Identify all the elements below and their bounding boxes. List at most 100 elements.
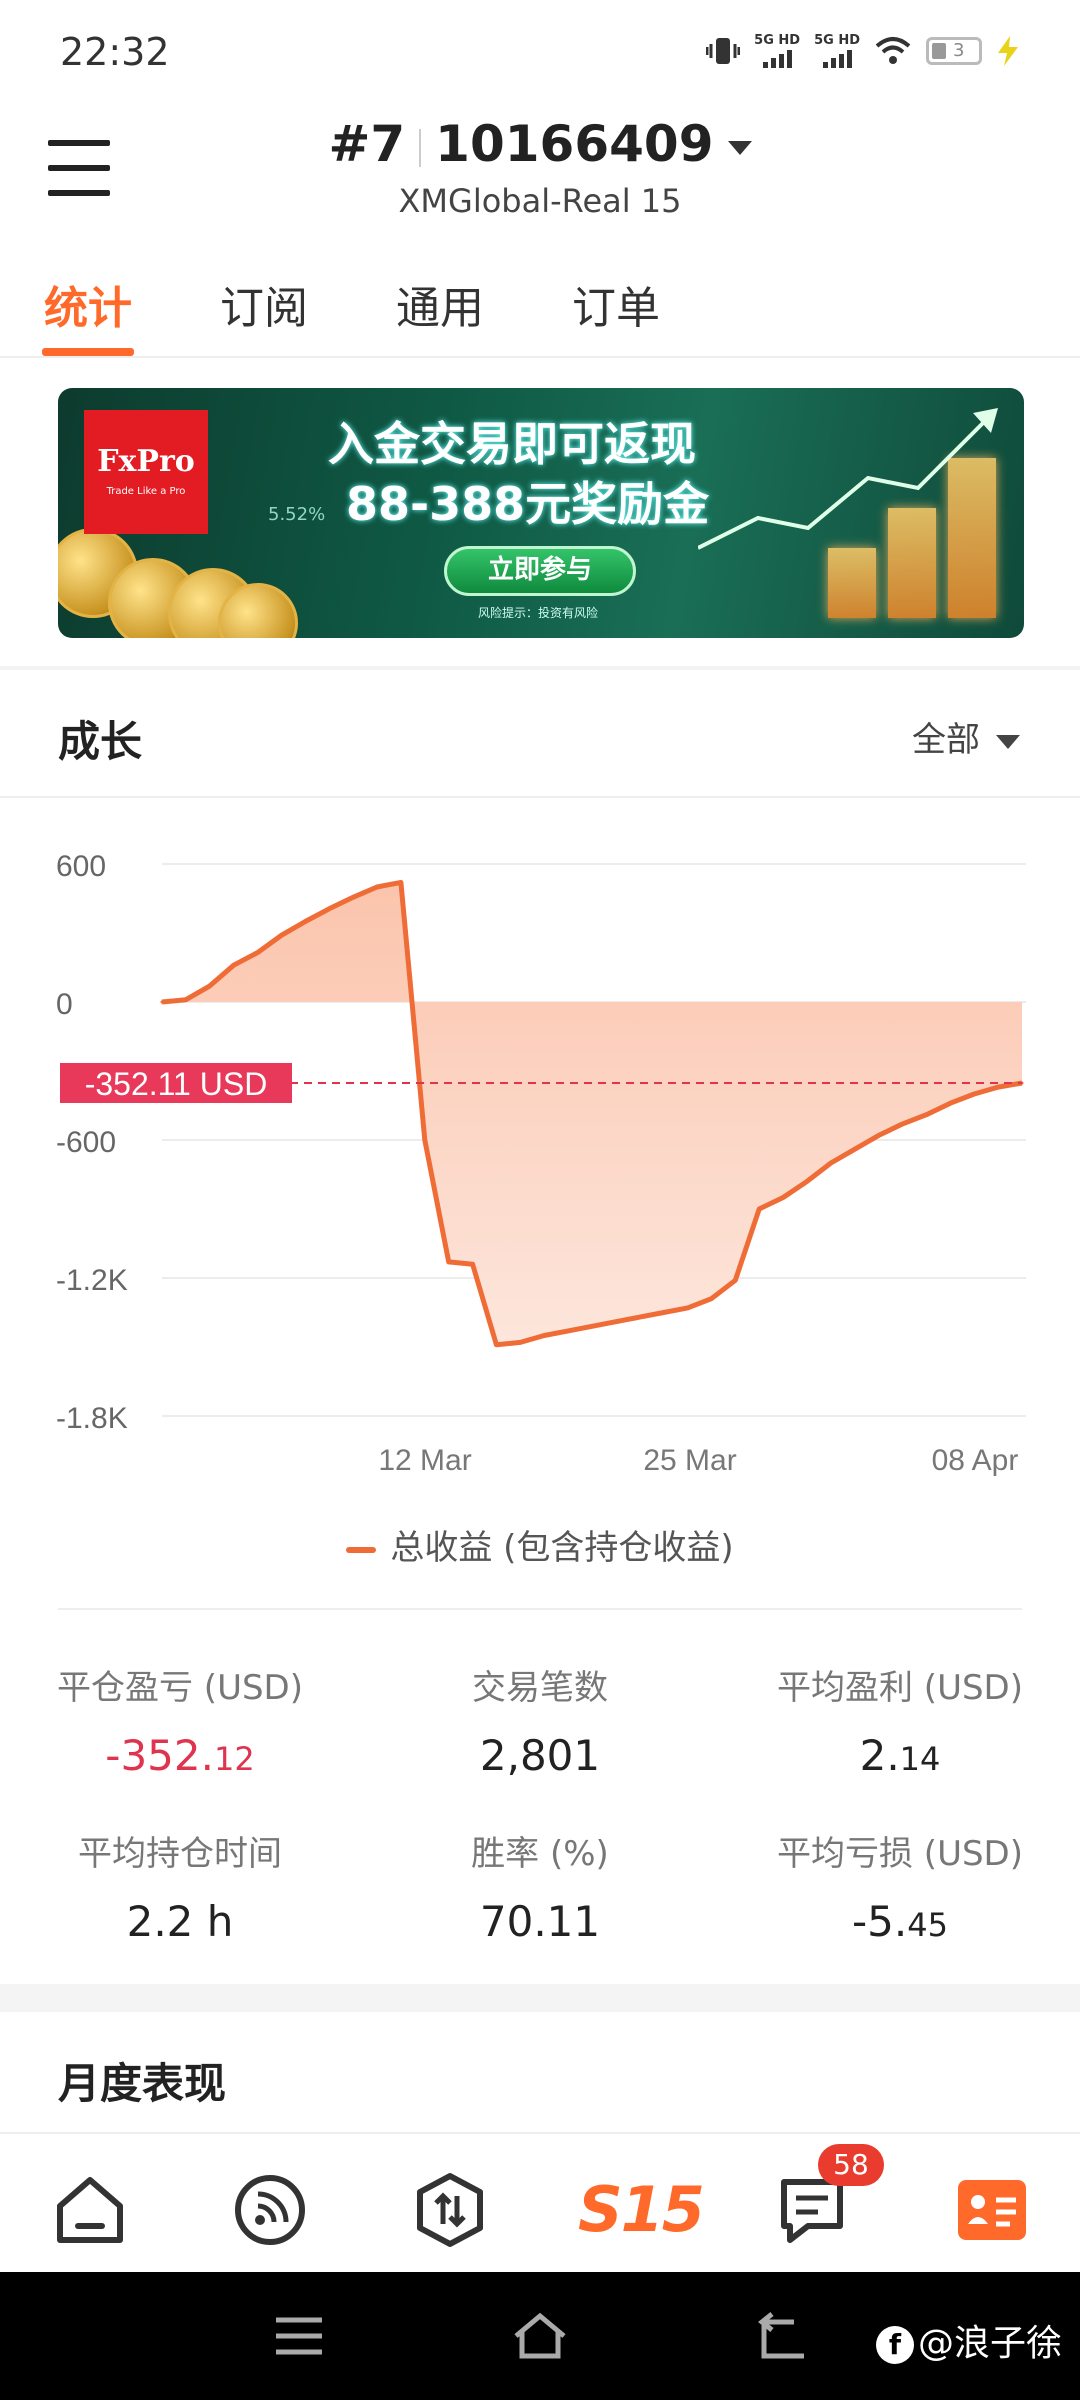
divider: [0, 796, 1080, 798]
stat-value: 70.11: [360, 1897, 720, 1946]
data-point: [924, 1113, 928, 1117]
stat-value: 2,801: [360, 1731, 720, 1780]
data-point: [996, 1085, 1000, 1089]
stat-value: -5.45: [720, 1897, 1080, 1946]
data-point: [948, 1101, 952, 1105]
data-point: [423, 1138, 427, 1142]
data-point: [232, 963, 236, 967]
banner-headline: 入金交易即可返现: [328, 417, 696, 471]
area-fill: [162, 882, 1022, 1345]
data-point: [638, 1315, 642, 1319]
stat-value-fraction: 12: [213, 1740, 255, 1778]
monthly-title: 月度表现: [58, 2059, 227, 2108]
y-tick-label: -1.2K: [56, 1264, 128, 1297]
stat-item: 平均持仓时间 2.2 h: [0, 1826, 360, 1946]
nav-home-icon[interactable]: [50, 2170, 130, 2250]
data-point: [853, 1147, 857, 1151]
back-icon[interactable]: [754, 2312, 810, 2360]
messages-badge: 58: [818, 2144, 884, 2186]
battery-level: 3: [953, 40, 965, 61]
tab-subscribe[interactable]: 订阅: [220, 272, 308, 336]
stat-item: 平均盈利 (USD) 2.14: [720, 1660, 1080, 1780]
tab-orders[interactable]: 订单: [572, 272, 660, 336]
data-point: [471, 1262, 475, 1266]
range-selector[interactable]: 全部: [912, 712, 1020, 761]
data-point: [805, 1179, 809, 1183]
data-point: [757, 1207, 761, 1211]
system-nav-bar: f @浪子徐: [0, 2272, 1080, 2400]
data-point: [447, 1260, 451, 1264]
data-point: [256, 951, 260, 955]
tab-stats[interactable]: 统计: [44, 272, 132, 336]
data-point: [972, 1092, 976, 1096]
tab-bar: 统计 订阅 通用 订单: [0, 262, 1080, 358]
logo-name: FxPro: [97, 444, 195, 479]
stat-value-main: -5.: [852, 1897, 908, 1946]
banner-subheadline: 88-388元奖励金: [346, 477, 710, 531]
home-icon[interactable]: [512, 2312, 568, 2360]
x-tick-label: 12 Mar: [378, 1444, 471, 1477]
data-point: [351, 895, 355, 899]
divider: [58, 1608, 1022, 1610]
server-name: XMGlobal-Real 15: [398, 182, 682, 220]
signal-sim2-icon: 5G HD: [814, 34, 860, 68]
fxpro-logo: FxPro Trade Like a Pro: [84, 410, 208, 534]
sim2-label: 5G HD: [814, 33, 860, 48]
stat-item: 平仓盈亏 (USD) -352.12: [0, 1660, 360, 1780]
data-point: [566, 1329, 570, 1333]
data-point: [303, 920, 307, 923]
bottom-nav: S15 58: [0, 2132, 1080, 2272]
promo-banner[interactable]: FxPro Trade Like a Pro 5.52% 入金交易即可返现 88…: [58, 388, 1024, 638]
nav-messages-icon[interactable]: 58: [772, 2144, 884, 2250]
stat-label: 胜率 (%): [471, 1834, 609, 1874]
stat-label: 交易笔数: [472, 1668, 608, 1708]
stat-value-main: 2.: [859, 1731, 900, 1780]
stat-value: 2.2 h: [0, 1897, 360, 1946]
battery-icon: 3: [926, 37, 982, 65]
watermark-text: @浪子徐: [917, 2323, 1062, 2364]
account-number: 10166409: [435, 115, 714, 173]
y-tick-label: 600: [56, 850, 106, 883]
nav-s15-button[interactable]: S15: [578, 2170, 705, 2250]
x-tick-label: 25 Mar: [643, 1444, 736, 1477]
status-icons: 5G HD 5G HD 3: [706, 34, 1020, 68]
banner-percent: 5.52%: [268, 504, 326, 525]
data-point: [901, 1122, 905, 1126]
watermark: f @浪子徐: [875, 2314, 1062, 2366]
data-point: [208, 984, 212, 988]
y-tick-label: -1.8K: [56, 1402, 128, 1435]
banner-risk-note: 风险提示：投资有风险: [478, 606, 599, 620]
divider: [0, 666, 1080, 670]
data-point: [733, 1278, 737, 1282]
nav-signals-icon[interactable]: [230, 2170, 310, 2250]
stat-value: -352.12: [0, 1731, 360, 1780]
legend-label: 总收益 (包含持仓收益): [390, 1528, 734, 1568]
stat-value-main: 2,801: [479, 1731, 601, 1780]
data-point: [829, 1161, 833, 1165]
growth-title: 成长: [58, 717, 143, 766]
trend-arrow-icon: [698, 408, 998, 550]
nav-trade-icon[interactable]: [410, 2170, 490, 2250]
recent-apps-icon[interactable]: [274, 2316, 324, 2356]
stat-value-fraction: 45: [907, 1906, 948, 1944]
nav-profile-icon[interactable]: [952, 2170, 1032, 2250]
account-selector[interactable]: #7 10166409: [0, 115, 1080, 173]
stat-item: 交易笔数 2,801: [360, 1660, 720, 1780]
growth-chart[interactable]: 600 0 -600 -1.2K -1.8K 12 Mar 25 Mar 08 Apr -35…: [0, 820, 1080, 1500]
data-point: [494, 1343, 498, 1347]
facebook-icon: f: [875, 2326, 914, 2364]
y-tick-label: -600: [56, 1126, 116, 1159]
dropdown-caret-icon: [996, 734, 1020, 749]
stat-value-fraction: 14: [899, 1740, 941, 1778]
dropdown-caret-icon: [727, 140, 752, 155]
stat-value-main: 2.2 h: [126, 1897, 234, 1946]
data-point: [399, 880, 403, 884]
data-point: [542, 1334, 546, 1337]
tab-general[interactable]: 通用: [396, 272, 484, 336]
account-index: #7: [328, 115, 406, 173]
active-tab-indicator: [42, 348, 134, 356]
wifi-icon: [875, 37, 911, 64]
divider: [0, 1984, 1080, 2012]
banner-cta-button[interactable]: 立即参与: [444, 546, 636, 596]
data-point: [686, 1306, 690, 1310]
